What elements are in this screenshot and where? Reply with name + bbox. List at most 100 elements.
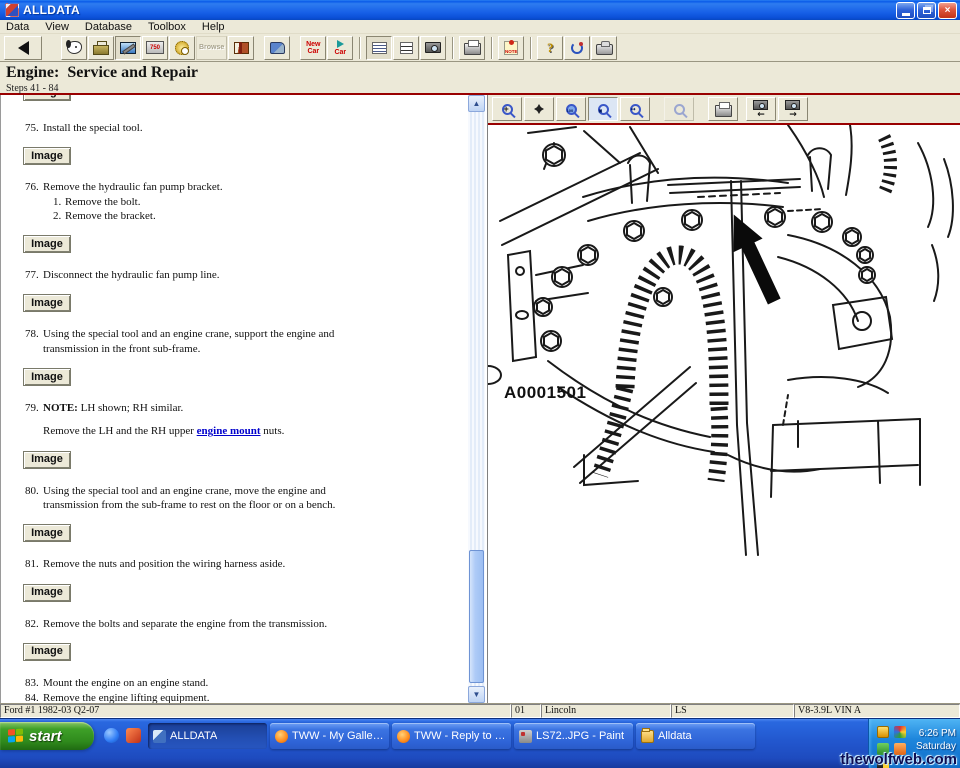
- new-car-button[interactable]: New Car: [300, 36, 326, 60]
- paint-icon: [519, 730, 532, 743]
- image-button[interactable]: Image: [23, 643, 71, 661]
- browse-button: Browse: [196, 36, 227, 60]
- scrollbar-thumb[interactable]: [469, 550, 484, 683]
- article-header: Engine: Service and Repair Steps 41 - 84: [0, 62, 960, 95]
- print-icon: [715, 105, 732, 117]
- image-button[interactable]: Image: [23, 368, 71, 386]
- close-button[interactable]: ×: [938, 2, 957, 19]
- task-alldata[interactable]: ALLDATA: [148, 723, 267, 749]
- step-81: 81.Remove the nuts and position the wiri…: [1, 557, 469, 601]
- image-print-button[interactable]: [708, 97, 738, 121]
- task-paint[interactable]: LS72..JPG - Paint: [514, 723, 633, 749]
- menu-view[interactable]: View: [45, 21, 69, 33]
- main-toolbar: 750 Browse New Car Car NOTE ?: [0, 34, 960, 62]
- printer-icon: [464, 43, 481, 55]
- notes-button[interactable]: NOTE: [498, 36, 524, 60]
- step-84: 84.Remove the engine lifting equipment.: [1, 691, 469, 703]
- menu-database[interactable]: Database: [85, 21, 132, 33]
- scroll-up-button[interactable]: ▲: [468, 95, 485, 112]
- list-detail-button[interactable]: [366, 36, 392, 60]
- pinwheel-icon[interactable]: [894, 726, 906, 738]
- help-button[interactable]: ?: [537, 36, 563, 60]
- task-tww-reply[interactable]: TWW - Reply to Topic...: [392, 723, 511, 749]
- substep-text: Remove the bracket.: [65, 210, 156, 222]
- task-tww-gallery[interactable]: TWW - My Gallery - M...: [270, 723, 389, 749]
- substep-number: 2.: [53, 209, 61, 223]
- list-scrollbar[interactable]: ▲ ▼: [468, 95, 485, 703]
- restore-icon: [923, 7, 931, 14]
- note-text: LH shown; RH similar.: [78, 402, 183, 414]
- image-button[interactable]: Image: [23, 524, 71, 542]
- search-dog-icon: [67, 41, 82, 54]
- list-lines-button[interactable]: [393, 36, 419, 60]
- zoom-in-icon: +: [502, 104, 513, 115]
- menu-data[interactable]: Data: [6, 21, 29, 33]
- refresh-button[interactable]: [564, 36, 590, 60]
- pan-icon: [531, 101, 547, 117]
- image-button[interactable]: Image: [23, 147, 71, 165]
- step-number: 79.: [25, 401, 39, 415]
- spray-tool-icon: [270, 42, 285, 54]
- status-model: LS: [671, 704, 794, 718]
- step-number: 77.: [25, 268, 39, 282]
- internet-explorer-icon[interactable]: [104, 728, 119, 743]
- tsb-button[interactable]: 750: [142, 36, 168, 60]
- image-button[interactable]: Image: [23, 294, 71, 312]
- back-button[interactable]: [4, 36, 42, 60]
- zoom-out-icon: [674, 104, 685, 115]
- book-icon: [234, 42, 249, 54]
- image-button[interactable]: Image: [23, 451, 71, 469]
- step-text: nuts.: [261, 425, 285, 437]
- tools-button[interactable]: [264, 36, 290, 60]
- step-78: 78.Using the special tool and an engine …: [1, 327, 469, 386]
- window-controls: ×: [896, 2, 957, 19]
- camera-icon: [425, 42, 441, 53]
- step-text: Mount the engine on an engine stand.: [43, 677, 208, 689]
- back-icon: [18, 41, 29, 55]
- taskbar: start ALLDATA TWW - My Gallery - M... TW…: [0, 718, 960, 768]
- gears-clock-icon: [175, 41, 189, 55]
- shield-icon[interactable]: [877, 726, 889, 738]
- menu-help[interactable]: Help: [202, 21, 225, 33]
- step-text: Remove the hydraulic fan pump bracket.: [43, 181, 223, 193]
- fax-button[interactable]: [591, 36, 617, 60]
- change-car-button[interactable]: Car: [327, 36, 353, 60]
- step-number: 84.: [25, 691, 39, 703]
- firefox-icon: [275, 730, 288, 743]
- toolbox-button[interactable]: [88, 36, 114, 60]
- task-alldata-folder[interactable]: Alldata: [636, 723, 755, 749]
- restore-button[interactable]: [917, 2, 936, 19]
- zoom-fit-button[interactable]: ▣: [588, 97, 618, 121]
- scroll-down-button[interactable]: ▼: [468, 686, 485, 703]
- zoom-actual-button[interactable]: 100: [556, 97, 586, 121]
- diagnostics-button[interactable]: [115, 36, 141, 60]
- maintenance-button[interactable]: [169, 36, 195, 60]
- folder-icon: [641, 730, 654, 743]
- print-button[interactable]: [459, 36, 485, 60]
- image-toolbar: + 100 ▣ ↔ ← →: [488, 95, 960, 125]
- next-image-button[interactable]: →: [778, 97, 808, 121]
- start-button[interactable]: start: [0, 722, 94, 750]
- image-button-partial[interactable]: Image: [23, 95, 71, 101]
- fax-icon: [596, 44, 613, 55]
- engine-mount-link[interactable]: engine mount: [197, 425, 261, 437]
- step-text: Remove the bolts and separate the engine…: [43, 618, 327, 630]
- minimize-icon: [902, 13, 910, 16]
- step-substep: 2. Remove the bracket.: [1, 209, 469, 223]
- prev-image-button[interactable]: ←: [746, 97, 776, 121]
- firefox-icon: [397, 730, 410, 743]
- step-number: 82.: [25, 617, 39, 631]
- pan-button[interactable]: [524, 97, 554, 121]
- manual-button[interactable]: [228, 36, 254, 60]
- alldata-icon: [153, 730, 166, 743]
- zoom-width-button[interactable]: ↔: [620, 97, 650, 121]
- quick-launch-app-icon[interactable]: [126, 728, 141, 743]
- minimize-button[interactable]: [896, 2, 915, 19]
- camera-view-button[interactable]: [420, 36, 446, 60]
- image-button[interactable]: Image: [23, 584, 71, 602]
- step-text: Install the special tool.: [43, 122, 143, 134]
- search-button[interactable]: [61, 36, 87, 60]
- zoom-in-button[interactable]: +: [492, 97, 522, 121]
- menu-toolbox[interactable]: Toolbox: [148, 21, 186, 33]
- image-button[interactable]: Image: [23, 235, 71, 253]
